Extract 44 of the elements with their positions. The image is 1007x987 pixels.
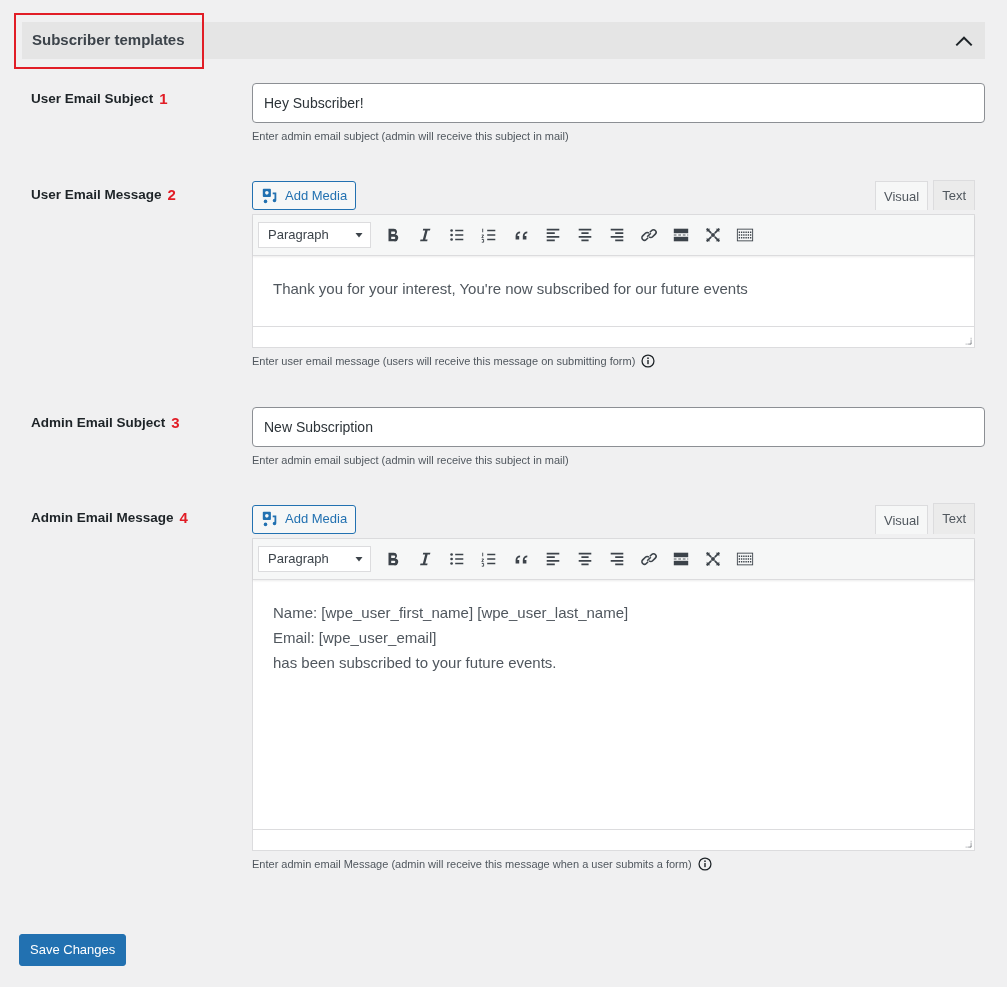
section-header[interactable]: Subscriber templates bbox=[22, 22, 985, 59]
annotation-number: 3 bbox=[171, 412, 180, 433]
annotation-number: 1 bbox=[159, 89, 168, 109]
media-icon bbox=[261, 186, 279, 205]
annotation-number: 2 bbox=[167, 184, 176, 205]
help-text: Enter user email message (users will receive this message on submitting form) bbox=[252, 354, 636, 369]
editor-text: has been subscribed to your future events. bbox=[273, 652, 558, 673]
fullscreen-icon bbox=[704, 226, 722, 244]
editor-tab[interactable]: Text bbox=[933, 503, 975, 534]
align-right-icon bbox=[608, 226, 626, 244]
numbered-list-icon bbox=[480, 226, 498, 244]
field-label: Admin Email Message bbox=[31, 509, 174, 528]
field-label: User Email Message bbox=[31, 185, 162, 204]
info-icon bbox=[641, 354, 656, 369]
annotation-number: 4 bbox=[179, 508, 188, 528]
help-text: Enter admin email Message (admin will receive this message when a user submits a form) bbox=[252, 856, 692, 872]
text-input[interactable]: New Subscription bbox=[252, 406, 985, 447]
add-media-button[interactable]: Add Media bbox=[252, 181, 357, 210]
link-icon bbox=[640, 226, 658, 244]
editor-tab[interactable]: Text bbox=[933, 179, 975, 210]
editor-tab[interactable]: Visual bbox=[874, 181, 929, 210]
read-more-icon bbox=[672, 226, 690, 244]
editor-text: Email: [wpe_user_email] bbox=[273, 627, 438, 648]
info-icon bbox=[697, 856, 712, 871]
align-left-icon bbox=[544, 226, 562, 244]
format-dropdown[interactable]: Paragraph bbox=[258, 545, 371, 572]
save-changes-button[interactable]: Save Changes bbox=[19, 934, 127, 966]
section-title: Subscriber templates bbox=[32, 30, 185, 51]
field-label: User Email Subject bbox=[31, 90, 154, 109]
text-input[interactable]: Hey Subscriber! bbox=[252, 83, 985, 123]
align-center-icon bbox=[576, 226, 594, 244]
fullscreen-icon bbox=[704, 549, 722, 568]
keyboard-icon bbox=[736, 226, 754, 244]
format-dropdown[interactable]: Paragraph bbox=[258, 222, 371, 248]
help-text: Enter admin email subject (admin will receive this subject in mail) bbox=[252, 129, 570, 144]
bulleted-list-icon bbox=[448, 226, 466, 244]
caret-icon bbox=[354, 230, 364, 240]
field-label: Admin Email Subject bbox=[31, 413, 166, 432]
help-text: Enter admin email subject (admin will receive this subject in mail) bbox=[252, 452, 570, 468]
editor-text: Name: [wpe_user_first_name] [wpe_user_last_name] bbox=[273, 602, 630, 623]
editor-tab[interactable]: Visual bbox=[874, 504, 929, 534]
add-media-button[interactable]: Add Media bbox=[252, 504, 357, 534]
editor-text: Thank you for your interest, You're now subscribed for our future events bbox=[273, 279, 749, 299]
media-icon bbox=[261, 510, 279, 528]
